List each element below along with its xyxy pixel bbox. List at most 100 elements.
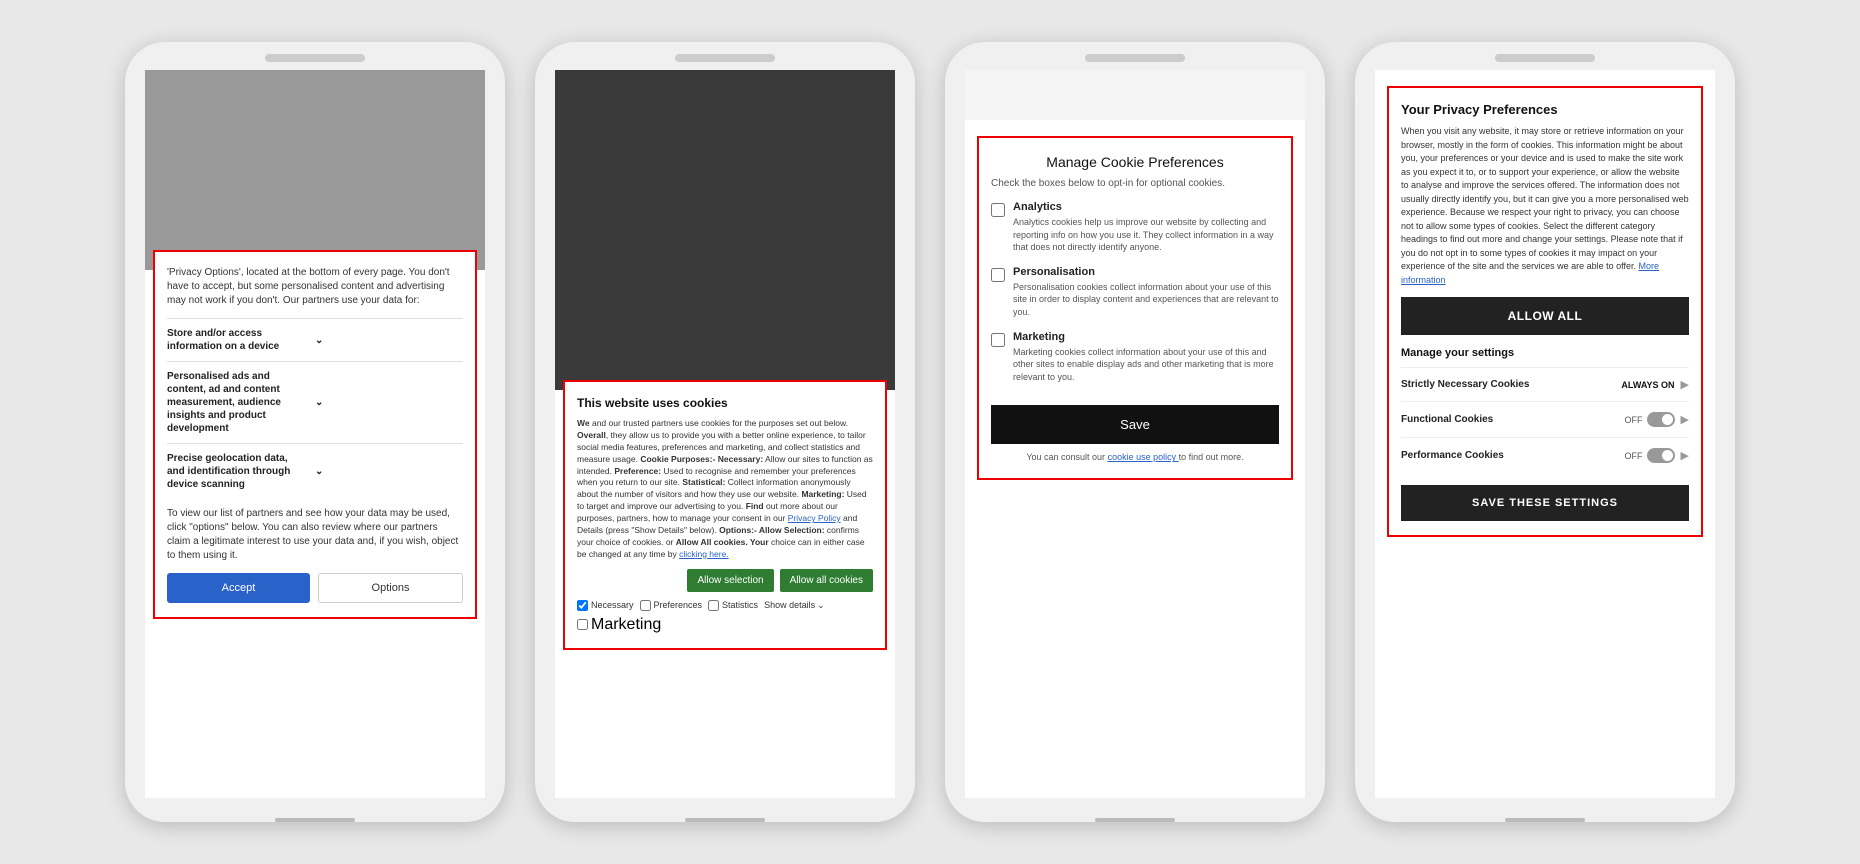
accordion-label-3: Precise geolocation data, and identifica…: [167, 452, 315, 491]
cookie-option-analytics: Analytics Analytics cookies help us impr…: [991, 201, 1279, 254]
always-on-label: ALWAYS ON: [1621, 380, 1674, 390]
dialog-1-footer: To view our list of partners and see how…: [167, 507, 463, 563]
dialog-4-title: Your Privacy Preferences: [1401, 102, 1689, 117]
privacy-policy-link[interactable]: Privacy Policy: [788, 513, 841, 523]
phone-1-notch: [265, 54, 365, 62]
personalisation-label: Personalisation: [1013, 266, 1279, 278]
functional-label: Functional Cookies: [1401, 414, 1625, 425]
checkbox-necessary[interactable]: Necessary: [577, 600, 634, 611]
phone-4-content: Your Privacy Preferences When you visit …: [1375, 70, 1715, 553]
checkbox-statistics[interactable]: Statistics: [708, 600, 758, 611]
phone-2-home-bar: [685, 818, 765, 822]
phone-1-frame: 'Privacy Options', located at the bottom…: [125, 42, 505, 822]
show-details-label: Show details: [764, 600, 815, 610]
functional-toggle-switch[interactable]: [1647, 412, 1675, 427]
strictly-chevron: ▶: [1681, 378, 1689, 391]
phone-2-notch: [675, 54, 775, 62]
checkbox-statistics-label: Statistics: [722, 600, 758, 610]
analytics-description: Analytics cookies help us improve our we…: [1013, 216, 1279, 254]
settings-row-strictly[interactable]: Strictly Necessary Cookies ALWAYS ON ▶: [1401, 367, 1689, 401]
cookie-dialog-3: Manage Cookie Preferences Check the boxe…: [977, 136, 1293, 480]
dialog-3-title: Manage Cookie Preferences: [991, 154, 1279, 170]
settings-row-functional[interactable]: Functional Cookies OFF ▶: [1401, 401, 1689, 437]
phone-4-home-bar: [1505, 818, 1585, 822]
cookie-dialog-2: This website uses cookies We and our tru…: [563, 380, 887, 650]
phone-3-home-bar: [1095, 818, 1175, 822]
phone-2-bg: [555, 70, 895, 390]
dialog-2-checkboxes: Necessary Preferences Statistics Show de…: [577, 600, 873, 611]
marketing-label: Marketing: [1013, 331, 1279, 343]
dialog-4-body: When you visit any website, it may store…: [1401, 125, 1689, 287]
phone-1-bg: [145, 70, 485, 270]
checkbox-personalisation[interactable]: [991, 268, 1005, 282]
checkbox-marketing[interactable]: Marketing: [577, 616, 873, 634]
cookie-dialog-4: Your Privacy Preferences When you visit …: [1387, 86, 1703, 537]
functional-toggle[interactable]: OFF: [1625, 412, 1675, 427]
phone-3-top-bg: [965, 70, 1305, 120]
settings-row-performance[interactable]: Performance Cookies OFF ▶: [1401, 437, 1689, 473]
cookie-policy-link[interactable]: cookie use policy: [1108, 452, 1179, 462]
performance-chevron: ▶: [1681, 449, 1689, 462]
performance-toggle-switch[interactable]: [1647, 448, 1675, 463]
options-button[interactable]: Options: [318, 573, 463, 603]
cookie-option-personalisation: Personalisation Personalisation cookies …: [991, 266, 1279, 319]
phone-4-notch: [1495, 54, 1595, 62]
consult-suffix: to find out more.: [1179, 452, 1244, 462]
allow-all-button-4[interactable]: ALLOW ALL: [1401, 297, 1689, 335]
marketing-description: Marketing cookies collect information ab…: [1013, 346, 1279, 384]
more-info-link[interactable]: More information: [1401, 261, 1659, 285]
performance-label: Performance Cookies: [1401, 450, 1625, 461]
checkbox-marketing-input[interactable]: [577, 619, 588, 630]
performance-right: OFF ▶: [1625, 448, 1689, 463]
allow-all-cookies-button[interactable]: Allow all cookies: [780, 569, 873, 592]
phone-3-frame: Manage Cookie Preferences Check the boxe…: [945, 42, 1325, 822]
clicking-here-link[interactable]: clicking here.: [679, 549, 729, 559]
save-settings-button[interactable]: SAVE THESE SETTINGS: [1401, 485, 1689, 521]
phone-3-content: Manage Cookie Preferences Check the boxe…: [965, 120, 1305, 496]
personalisation-description: Personalisation cookies collect informat…: [1013, 281, 1279, 319]
show-details-button[interactable]: Show details ⌄: [764, 600, 825, 611]
strictly-label: Strictly Necessary Cookies: [1401, 379, 1621, 390]
consult-prefix: You can consult our: [1026, 452, 1105, 462]
phone-3-notch: [1085, 54, 1185, 62]
accordion-label-1: Store and/or access information on a dev…: [167, 327, 315, 353]
checkbox-necessary-input[interactable]: [577, 600, 588, 611]
performance-off-label: OFF: [1625, 451, 1643, 461]
strictly-right: ALWAYS ON ▶: [1621, 378, 1689, 391]
accordion-item-1[interactable]: Store and/or access information on a dev…: [167, 318, 463, 361]
checkbox-preferences[interactable]: Preferences: [640, 600, 703, 611]
checkbox-preferences-input[interactable]: [640, 600, 651, 611]
phone-1-screen: 'Privacy Options', located at the bottom…: [145, 70, 485, 798]
functional-right: OFF ▶: [1625, 412, 1689, 427]
phone-3-screen: Manage Cookie Preferences Check the boxe…: [965, 70, 1305, 798]
dialog-2-title: This website uses cookies: [577, 396, 873, 410]
checkbox-analytics[interactable]: [991, 203, 1005, 217]
phone-4: Your Privacy Preferences When you visit …: [1355, 42, 1735, 822]
phone-1-home-bar: [275, 818, 355, 822]
analytics-content: Analytics Analytics cookies help us impr…: [1013, 201, 1279, 254]
accordion-item-2[interactable]: Personalised ads and content, ad and con…: [167, 361, 463, 443]
manage-settings-title: Manage your settings: [1401, 347, 1689, 359]
accordion-arrow-1: ⌄: [315, 334, 463, 347]
personalisation-content: Personalisation Personalisation cookies …: [1013, 266, 1279, 319]
phone-2-screen: This website uses cookies We and our tru…: [555, 70, 895, 798]
checkbox-preferences-label: Preferences: [654, 600, 703, 610]
accept-button[interactable]: Accept: [167, 573, 310, 603]
accordion-label-2: Personalised ads and content, ad and con…: [167, 370, 315, 435]
marketing-content: Marketing Marketing cookies collect info…: [1013, 331, 1279, 384]
consult-text: You can consult our cookie use policy to…: [991, 452, 1279, 462]
save-button-3[interactable]: Save: [991, 405, 1279, 444]
dialog-2-body: We and our trusted partners use cookies …: [577, 418, 873, 561]
dialog-1-intro: 'Privacy Options', located at the bottom…: [167, 266, 463, 308]
functional-chevron: ▶: [1681, 413, 1689, 426]
checkbox-marketing-3[interactable]: [991, 333, 1005, 347]
allow-selection-button[interactable]: Allow selection: [687, 569, 773, 592]
dialog-3-subtitle: Check the boxes below to opt-in for opti…: [991, 178, 1279, 189]
accordion-item-3[interactable]: Precise geolocation data, and identifica…: [167, 443, 463, 499]
phone-2-frame: This website uses cookies We and our tru…: [535, 42, 915, 822]
performance-toggle[interactable]: OFF: [1625, 448, 1675, 463]
dialog-1-buttons: Accept Options: [167, 573, 463, 603]
cookie-option-marketing: Marketing Marketing cookies collect info…: [991, 331, 1279, 384]
analytics-label: Analytics: [1013, 201, 1279, 213]
checkbox-statistics-input[interactable]: [708, 600, 719, 611]
